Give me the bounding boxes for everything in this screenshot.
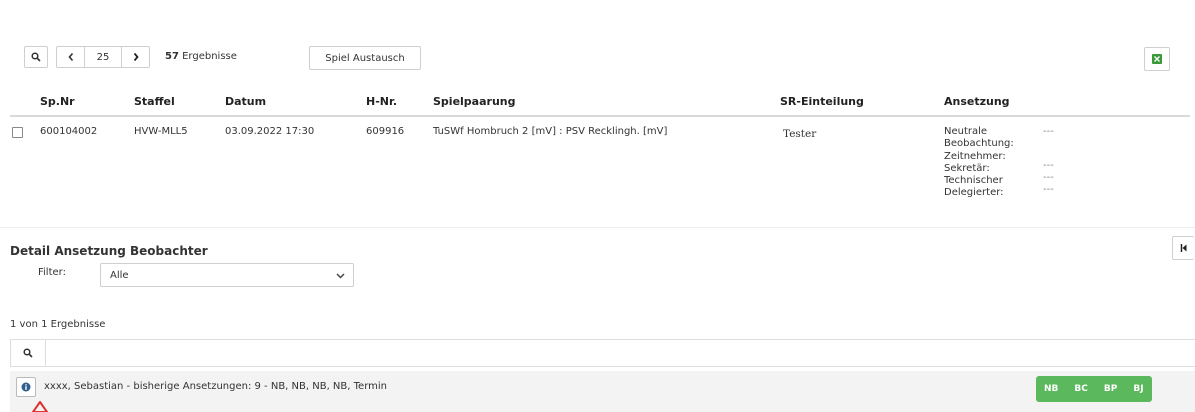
export-button[interactable] xyxy=(1144,47,1170,71)
detail-search-button[interactable] xyxy=(11,340,46,366)
header-staffel[interactable]: Staffel xyxy=(134,95,175,108)
badge-bc[interactable]: BC xyxy=(1066,376,1095,402)
badge-bj[interactable]: BJ xyxy=(1125,376,1151,402)
search-icon xyxy=(31,52,41,62)
label-delegierter: Delegierter: xyxy=(944,187,1004,199)
search-button[interactable] xyxy=(24,46,48,68)
filter-select[interactable]: Alle xyxy=(100,263,354,287)
info-icon xyxy=(21,382,31,392)
cell-staffel: HVW-MLL5 xyxy=(134,126,188,137)
results-number: 57 xyxy=(165,51,179,62)
chevron-down-icon xyxy=(336,273,345,279)
label-neutrale: Neutrale xyxy=(944,126,988,137)
badge-nb[interactable]: NB xyxy=(1036,376,1066,402)
cell-datum: 03.09.2022 17:30 xyxy=(225,126,315,137)
info-button[interactable] xyxy=(16,377,36,397)
detail-search-input[interactable] xyxy=(46,340,1195,366)
search-icon xyxy=(23,348,33,358)
previous-page-button[interactable] xyxy=(56,46,84,68)
label-sekretaer: Sekretär: xyxy=(944,162,990,174)
row-checkbox[interactable] xyxy=(12,127,23,138)
detail-results-count: 1 von 1 Ergebnisse xyxy=(10,319,106,330)
detail-search-bar xyxy=(10,339,1195,367)
cell-hnr: 609916 xyxy=(366,126,405,137)
observer-badges: NB BC BP BJ xyxy=(1036,376,1152,402)
value-zeitnehmer: --- xyxy=(1043,160,1054,171)
header-spnr[interactable]: Sp.Nr xyxy=(40,95,75,108)
excel-export-icon xyxy=(1152,54,1162,64)
chevron-left-icon xyxy=(67,52,73,62)
value-sekretaer: --- xyxy=(1043,172,1054,183)
collapse-icon xyxy=(1180,244,1186,252)
next-page-button[interactable] xyxy=(122,46,150,68)
cell-spnr: 600104002 xyxy=(40,126,98,137)
value-technischer: --- xyxy=(1043,184,1054,195)
label-zeitnehmer: Zeitnehmer: xyxy=(944,150,1006,162)
page-size-input[interactable]: 25 xyxy=(84,46,122,68)
chevron-right-icon xyxy=(133,52,139,62)
results-count: 57 Ergebnisse xyxy=(165,51,237,62)
observer-row: xxxx, Sebastian - bisherige Ansetzungen:… xyxy=(10,371,1195,412)
header-sr-einteilung[interactable]: SR-Einteilung xyxy=(780,95,864,108)
label-technischer: Technischer xyxy=(944,175,1003,187)
results-label: Ergebnisse xyxy=(182,51,237,62)
header-spielpaarung[interactable]: Spielpaarung xyxy=(433,95,515,108)
value-neutrale: --- xyxy=(1043,126,1054,137)
observer-text: xxxx, Sebastian - bisherige Ansetzungen:… xyxy=(44,381,387,392)
filter-value: Alle xyxy=(110,270,129,281)
badge-bp[interactable]: BP xyxy=(1096,376,1125,402)
warning-triangle-icon xyxy=(32,401,48,412)
detail-title: Detail Ansetzung Beobachter xyxy=(10,244,208,258)
ansetzung-labels: Neutrale Beobachtung: Zeitnehmer: Sekret… xyxy=(944,126,1014,200)
row-divider xyxy=(0,227,1195,228)
label-beobachtung: Beobachtung: xyxy=(944,138,1014,150)
filter-label: Filter: xyxy=(38,267,66,278)
swap-game-label: Spiel Austausch xyxy=(325,52,405,64)
swap-game-button[interactable]: Spiel Austausch xyxy=(309,46,421,70)
cell-spielpaarung[interactable]: TuSWf Hombruch 2 [mV] : PSV Recklingh. [… xyxy=(433,126,667,137)
cell-sr-einteilung[interactable]: Tester xyxy=(783,128,816,140)
header-datum[interactable]: Datum xyxy=(225,95,266,108)
header-hnr[interactable]: H-Nr. xyxy=(366,95,397,108)
collapse-button[interactable] xyxy=(1172,236,1194,260)
header-ansetzung[interactable]: Ansetzung xyxy=(944,95,1010,108)
page-size-value: 25 xyxy=(96,51,110,63)
